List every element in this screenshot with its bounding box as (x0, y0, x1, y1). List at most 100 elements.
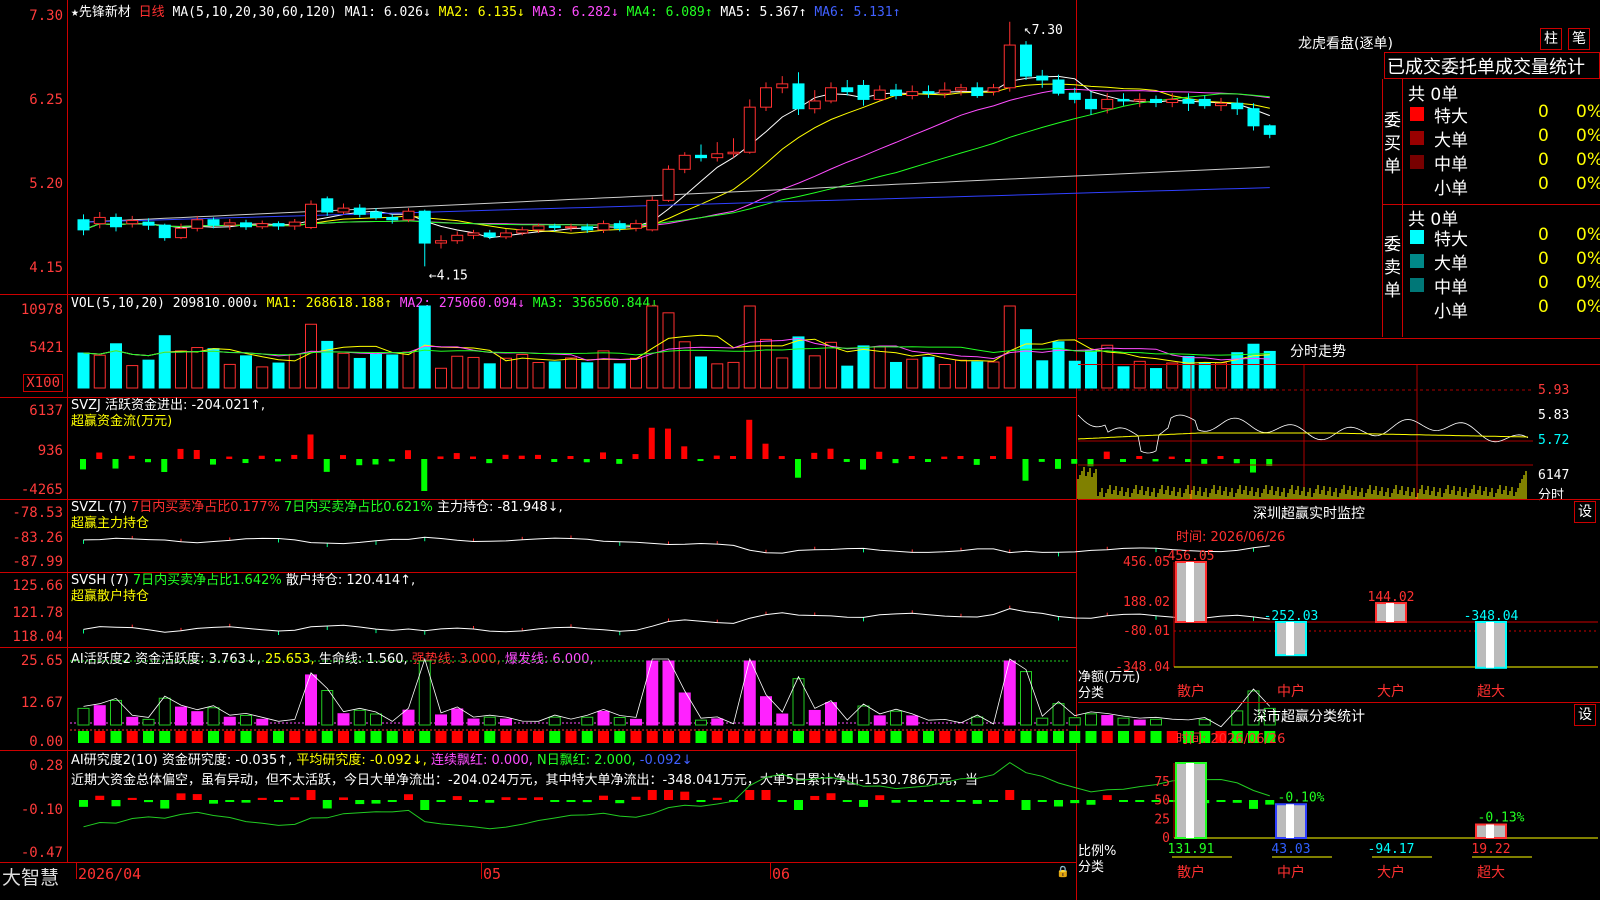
candle (678, 154, 691, 170)
tick-mode-button[interactable]: 笔 (1568, 28, 1590, 50)
flow-bar (145, 459, 151, 463)
monitor-bar-highlight (1386, 603, 1394, 622)
flow-bar (421, 459, 428, 491)
sz-class-chart[interactable]: 7550250131.91散户-0.10%43.03中户-94.17大户-0.1… (1078, 745, 1600, 900)
research-bar (469, 800, 478, 802)
activity-base-bar (776, 731, 788, 743)
candle (565, 226, 577, 229)
research-bar (745, 790, 755, 800)
research-bar (485, 800, 495, 803)
ai2-chart[interactable] (70, 750, 1275, 862)
flow-bar (535, 454, 541, 459)
ai2-tick: 0.28 (29, 758, 63, 774)
order-row: 中单 0 0% (1410, 150, 1600, 175)
volume-bar (955, 359, 967, 389)
volume-bar (906, 358, 919, 389)
flow-bar (648, 427, 655, 459)
candle (890, 89, 902, 97)
lock-icon[interactable]: 🔒 (1056, 865, 1070, 878)
order-pct: 0% (1576, 174, 1600, 194)
flow-bar (323, 459, 330, 472)
class-tick: 75 (1154, 775, 1170, 790)
research-bar (599, 795, 608, 800)
research-bar (875, 795, 885, 800)
sz-monitor-settings-button[interactable]: 设 (1574, 501, 1596, 523)
activity-base-bar (988, 731, 999, 743)
activity-bar (1003, 660, 1016, 726)
class-category: 中户 (1277, 864, 1305, 881)
research-bar (452, 796, 462, 800)
volume-bar (386, 354, 399, 389)
order-pct: 0% (1576, 225, 1600, 245)
flow-bar (730, 456, 736, 459)
volume-bar (370, 353, 382, 389)
intraday-vol-unit: 分时 (1538, 488, 1565, 503)
svzl-chart[interactable] (70, 499, 1270, 572)
activity-base-bar (435, 731, 447, 743)
volume-bar (532, 362, 545, 389)
bar-mode-button[interactable]: 柱 (1540, 28, 1562, 50)
candle (435, 240, 447, 244)
candlestick-chart[interactable]: ↖7.30 ←4.15 (70, 0, 1276, 294)
flow-bar (925, 459, 931, 462)
activity-bar (500, 718, 512, 726)
activity-bar (256, 718, 269, 726)
color-swatch (1410, 179, 1424, 193)
research-bar (550, 800, 560, 802)
sz-monitor-chart[interactable]: 456.05 188.02 -80.01 -348.04 456.05 散户 -252.03… (1078, 540, 1600, 700)
order-type: 小单 (1434, 179, 1468, 199)
activity-bar (483, 716, 496, 726)
order-pct: 0% (1576, 150, 1600, 170)
sz-class-settings-button[interactable]: 设 (1574, 704, 1596, 726)
flow-bar (1038, 459, 1045, 462)
class-pct-label: -0.13% (1478, 811, 1525, 826)
flow-bar (226, 456, 233, 459)
activity-base-bar (858, 731, 869, 743)
order-type: 特大 (1434, 230, 1468, 250)
main-chart-area[interactable]: 7.30 6.25 5.20 4.15 ★先锋新材 日线 MA(5,10,20,… (0, 0, 1276, 900)
svsh-chart[interactable] (70, 572, 1270, 647)
svsh-tick: 125.66 (12, 578, 63, 594)
vol-unit[interactable]: X100 (23, 374, 63, 392)
activity-bar (353, 709, 366, 726)
volume-bar (175, 350, 187, 389)
svzl-axis: -78.53 -83.26 -87.99 (0, 499, 68, 572)
flow-bar (112, 459, 119, 469)
activity-base-bar (549, 731, 561, 743)
candle (158, 224, 171, 239)
candle (305, 203, 317, 229)
activity-bar (776, 713, 789, 726)
flow-bar (405, 450, 411, 459)
research-bar (696, 800, 706, 802)
color-swatch (1410, 254, 1424, 268)
activity-base-bar (289, 731, 301, 743)
flow-bar (96, 452, 103, 459)
order-row: 小单 0 0% (1410, 297, 1600, 322)
volume-bar (776, 357, 789, 389)
monitor-value-label: 456.05 (1168, 549, 1215, 564)
stats-tabs[interactable]: 已成交委托单成交量统计 (1384, 52, 1600, 79)
order-count: 0 (1538, 174, 1549, 194)
class-tick: 50 (1154, 794, 1170, 809)
activity-base-bar (468, 731, 479, 743)
activity-bar (808, 709, 821, 726)
flow-bar (518, 455, 525, 459)
research-bar (761, 790, 771, 800)
research-bar (225, 800, 235, 802)
ai2-tick: -0.47 (20, 845, 63, 861)
volume-chart[interactable] (70, 294, 1276, 397)
flow-bar (827, 448, 834, 459)
volume-bar (77, 352, 90, 389)
svzj-chart[interactable] (70, 397, 1273, 499)
activity-bar (646, 660, 659, 726)
candle (841, 87, 854, 93)
intraday-chart[interactable] (1077, 365, 1533, 499)
activity-bar (597, 710, 610, 726)
color-swatch (1410, 155, 1424, 169)
activity-base-bar (256, 731, 268, 743)
activity-base-bar (695, 731, 707, 743)
flow-bar (193, 449, 200, 459)
activity-base-bar (614, 731, 626, 743)
ai1-chart[interactable] (70, 647, 1276, 750)
activity-bar (223, 716, 236, 726)
